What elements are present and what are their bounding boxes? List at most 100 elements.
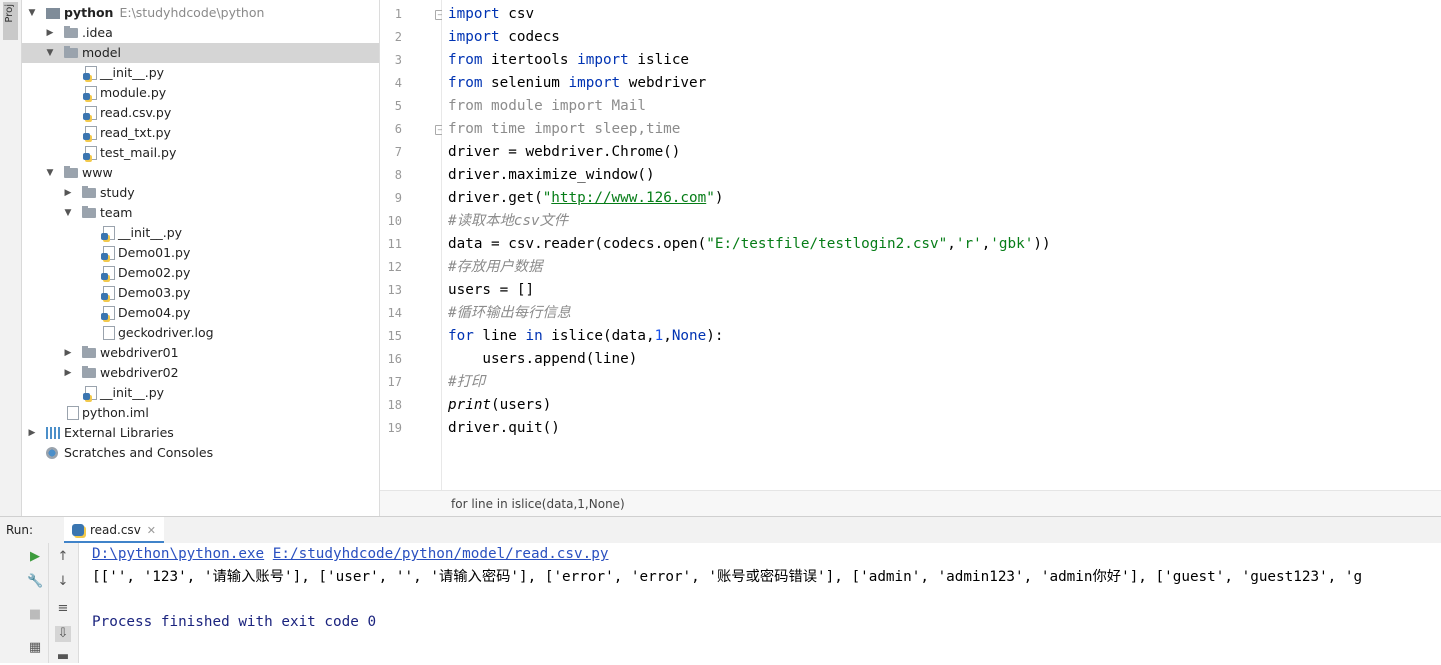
chevron-down-icon[interactable]: ▼: [45, 163, 55, 183]
stop-icon[interactable]: ■: [27, 607, 43, 623]
line-number: 1: [394, 7, 402, 21]
chevron-down-icon[interactable]: ▼: [45, 43, 55, 63]
code-line: import csv: [448, 3, 534, 26]
tree-item-www[interactable]: ▼ www: [22, 163, 379, 183]
line-number: 15: [387, 329, 402, 343]
project-tool-button[interactable]: Proj: [3, 2, 18, 40]
tree-item-team-init-py[interactable]: __init__.py: [22, 223, 379, 243]
tree-item-webdriver02[interactable]: ▶ webdriver02: [22, 363, 379, 383]
run-left-strip: [0, 543, 22, 663]
tree-item-www-init-py[interactable]: __init__.py: [22, 383, 379, 403]
code-line-current: for line in islice(data,1,None):: [448, 325, 723, 348]
tree-item-test-mail-py[interactable]: test_mail.py: [22, 143, 379, 163]
run-tab-read-csv[interactable]: read.csv ✕: [64, 517, 165, 543]
chevron-right-icon[interactable]: ▶: [45, 23, 55, 43]
left-tool-strip: Proj: [0, 0, 22, 516]
keyword: import: [448, 6, 500, 22]
tree-item-webdriver01[interactable]: ▶ webdriver01: [22, 343, 379, 363]
tree-item-module-py[interactable]: module.py: [22, 83, 379, 103]
tree-item-label: Scratches and Consoles: [64, 445, 214, 460]
line-number: 12: [387, 260, 402, 274]
tree-item-idea[interactable]: ▶ .idea: [22, 23, 379, 43]
python-file-icon: [83, 86, 97, 100]
keyword: import: [448, 29, 500, 45]
text-file-icon: [103, 326, 115, 340]
code-text: ):: [706, 328, 724, 344]
keyword: from: [448, 75, 483, 91]
number: 1: [654, 328, 664, 344]
tree-item-demo03-py[interactable]: Demo03.py: [22, 283, 379, 303]
project-folder-icon: [46, 8, 60, 19]
tree-item-label: test_mail.py: [100, 145, 177, 160]
root-name: python: [64, 5, 114, 20]
code-comment: #存放用户数据: [448, 259, 543, 275]
python-exe-link[interactable]: D:\python\python.exe: [92, 546, 264, 562]
string: 'r': [955, 236, 982, 252]
python-file-icon: [101, 246, 115, 260]
chevron-down-icon[interactable]: ▼: [27, 3, 37, 23]
string: "E:/testfile/testlogin2.csv": [706, 236, 948, 252]
tree-item-demo01-py[interactable]: Demo01.py: [22, 243, 379, 263]
string: ": [542, 190, 552, 206]
keyword: for: [448, 328, 474, 344]
soft-wrap-icon[interactable]: ≡: [55, 601, 71, 617]
python-icon: [72, 524, 84, 536]
chevron-right-icon[interactable]: ▶: [63, 183, 73, 203]
scroll-to-end-icon[interactable]: ⇩: [55, 626, 71, 642]
arrow-up-icon[interactable]: ↑: [55, 549, 71, 565]
tree-item-label: read_txt.py: [100, 125, 171, 140]
script-path-link[interactable]: E:/studyhdcode/python/model/read.csv.py: [273, 546, 609, 562]
library-icon: [46, 427, 60, 439]
code-text: ,: [947, 236, 956, 252]
code-text: selenium: [482, 75, 569, 91]
tree-item-scratches[interactable]: Scratches and Consoles: [22, 443, 379, 463]
chevron-down-icon[interactable]: ▼: [63, 203, 73, 223]
code-text: )): [1033, 236, 1051, 252]
line-number: 8: [394, 168, 402, 182]
run-console[interactable]: D:\python\python.exe E:/studyhdcode/pyth…: [79, 543, 1441, 663]
code-line: data = csv.reader(codecs.open("E:/testfi…: [448, 233, 1051, 256]
keyword: import: [577, 52, 629, 68]
chevron-right-icon[interactable]: ▶: [27, 423, 37, 443]
code-line: driver.quit(): [448, 420, 560, 436]
tree-item-study[interactable]: ▶ study: [22, 183, 379, 203]
chevron-right-icon[interactable]: ▶: [63, 363, 73, 383]
code-text: line: [473, 328, 526, 344]
layout-icon[interactable]: ▦: [27, 640, 43, 656]
tree-item-external-libraries[interactable]: ▶ External Libraries: [22, 423, 379, 443]
code-text: ,: [663, 328, 672, 344]
url-link[interactable]: http://www.126.com: [551, 190, 706, 206]
tree-item-label: module.py: [100, 85, 167, 100]
tree-item-read-txt-py[interactable]: read_txt.py: [22, 123, 379, 143]
code-line: import codecs: [448, 26, 560, 49]
tree-item-init-py[interactable]: __init__.py: [22, 63, 379, 83]
tree-item-read-csv-py[interactable]: read.csv.py: [22, 103, 379, 123]
breadcrumb[interactable]: for line in islice(data,1,None): [380, 490, 1441, 517]
tree-item-label: read.csv.py: [100, 105, 172, 120]
close-icon[interactable]: ✕: [147, 524, 156, 537]
tree-item-python-iml[interactable]: python.iml: [22, 403, 379, 423]
tree-item-model[interactable]: ▼ model: [22, 43, 379, 63]
chevron-right-icon[interactable]: ▶: [63, 343, 73, 363]
code-text: (users): [491, 397, 552, 413]
folder-icon: [64, 46, 78, 58]
code-text: itertools: [482, 52, 578, 68]
code-editor[interactable]: import csv import codecs from itertools …: [442, 0, 1441, 490]
project-tool-label: Proj: [4, 4, 15, 23]
python-file-icon: [83, 386, 97, 400]
code-line: driver.maximize_window(): [448, 167, 655, 183]
play-icon[interactable]: ▶: [27, 549, 43, 565]
string: 'gbk': [990, 236, 1034, 252]
tree-item-team[interactable]: ▼ team: [22, 203, 379, 223]
wrench-icon[interactable]: 🔧: [27, 574, 43, 590]
line-number: 17: [387, 375, 402, 389]
tree-item-geckodriver-log[interactable]: geckodriver.log: [22, 323, 379, 343]
tree-item-demo04-py[interactable]: Demo04.py: [22, 303, 379, 323]
code-line: driver = webdriver.Chrome(): [448, 144, 681, 160]
tree-item-demo02-py[interactable]: Demo02.py: [22, 263, 379, 283]
code-line: users = []: [448, 282, 535, 298]
arrow-down-icon[interactable]: ↓: [55, 574, 71, 590]
python-file-icon: [83, 126, 97, 140]
scratches-icon: [46, 447, 58, 459]
tree-root-python[interactable]: ▼ python E:\studyhdcode\python: [22, 3, 379, 23]
